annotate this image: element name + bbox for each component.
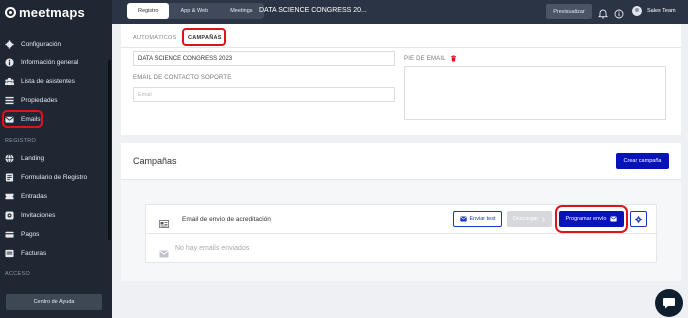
team-name[interactable]: Sales Team (647, 8, 676, 14)
help-center-button[interactable]: Centro de Ayuda (6, 294, 102, 310)
tabs-divider (121, 47, 681, 48)
campaigns-title: Campañas (133, 156, 177, 166)
users-icon (5, 77, 14, 86)
chat-widget-button[interactable] (655, 289, 683, 317)
campaign-item: Email de envío de acreditación Enviar te… (145, 204, 658, 263)
invoice-icon (5, 249, 14, 258)
envelope-icon (159, 245, 169, 258)
email-footer-label-text: PIE DE EMAIL (404, 55, 446, 62)
preview-button[interactable]: Previsualizar (546, 4, 592, 19)
campaigns-card: Campañas Crear campaña Email de envío de… (121, 143, 681, 281)
email-footer-label: PIE DE EMAIL (404, 55, 457, 62)
campaigns-list-area: Email de envío de acreditación Enviar te… (121, 180, 681, 281)
list-icon (5, 96, 14, 105)
sidebar-item-label: Configuración (21, 40, 62, 48)
sidebar-item-configuracion[interactable]: Configuración (0, 35, 112, 53)
ticket-icon (5, 192, 14, 201)
globe-icon (5, 153, 14, 163)
bell-icon[interactable] (598, 6, 608, 19)
envelope-icon (459, 216, 467, 222)
send-test-label: Enviar test (469, 216, 496, 222)
sidebar-item-label: Propiedades (21, 96, 58, 104)
section-label-acceso: ACCESO (5, 271, 31, 277)
id-card-icon (158, 215, 170, 229)
campaign-settings-button[interactable] (630, 211, 647, 227)
download-button[interactable]: Descargar (507, 211, 552, 227)
logo[interactable]: meetmaps (5, 4, 85, 20)
logo-text: meetmaps (19, 4, 85, 20)
sidebar-item-invitaciones[interactable]: Invitaciones (0, 206, 112, 224)
download-label: Descargar (512, 216, 539, 222)
topbar: Registro App & Web Meetings DATA SCIENCE… (112, 0, 688, 24)
support-email-field[interactable]: Email (133, 87, 395, 102)
sidebar-item-pagos[interactable]: Pagos (0, 225, 112, 243)
trash-icon[interactable] (450, 55, 457, 62)
avatar[interactable] (632, 6, 642, 16)
logo-icon (5, 6, 16, 18)
sidebar-item-label: Entradas (21, 192, 48, 200)
sidebar-item-label: Lista de asistentes (21, 77, 75, 85)
tab-registro[interactable]: Registro (127, 3, 170, 19)
no-emails-sent-text: No hay emails enviados (175, 245, 250, 252)
tab-meetings[interactable]: Meetings (219, 3, 263, 19)
tab-app-web[interactable]: App & Web (169, 3, 219, 19)
emails-highlight-annotation (2, 110, 43, 128)
campanas-highlight-annotation (182, 28, 226, 46)
sidebar-item-entradas[interactable]: Entradas (0, 187, 112, 205)
sidebar-item-facturas[interactable]: Facturas (0, 244, 112, 262)
gear-icon (635, 215, 642, 223)
info-icon[interactable] (614, 6, 624, 19)
sidebar-item-label: Pagos (21, 230, 40, 238)
sidebar: meetmaps Configuración Información gener… (0, 0, 112, 318)
sidebar-item-label: Invitaciones (21, 211, 56, 219)
arrow-right-icon (542, 216, 546, 222)
send-test-button[interactable]: Enviar test (453, 211, 502, 227)
sidebar-item-landing[interactable]: Landing (0, 149, 112, 167)
event-name[interactable]: DATA SCIENCE CONGRESS 20... (259, 7, 367, 14)
create-campaign-button[interactable]: Crear campaña (616, 153, 669, 169)
email-footer-editor[interactable] (404, 66, 666, 120)
sidebar-item-label: Facturas (21, 249, 47, 257)
card-icon (5, 230, 14, 239)
invitation-icon (5, 210, 14, 220)
support-email-label: EMAIL DE CONTACTO SOPORTE (133, 75, 232, 81)
campaign-item-divider (146, 233, 658, 234)
sidebar-item-label: Información general (21, 58, 79, 66)
sidebar-item-formulario-registro[interactable]: Formulario de Registro (0, 168, 112, 186)
sidebar-item-informacion-general[interactable]: Información general (0, 53, 112, 71)
campaign-name: Email de envío de acreditación (182, 216, 271, 223)
gear-icon (5, 39, 14, 49)
sidebar-item-propiedades[interactable]: Propiedades (0, 91, 112, 109)
sidebar-scrollbar[interactable] (108, 60, 111, 240)
sidebar-item-label: Landing (21, 154, 45, 162)
email-settings-card: AUTOMÁTICOS CAMPAÑAS DATA SCIENCE CONGRE… (121, 24, 681, 135)
chat-icon (663, 298, 675, 309)
tab-automaticos[interactable]: AUTOMÁTICOS (133, 35, 177, 41)
section-label-registro: REGISTRO (5, 138, 37, 144)
event-title-field[interactable]: DATA SCIENCE CONGRESS 2023 (133, 51, 395, 66)
info-icon (5, 57, 14, 67)
sidebar-item-label: Formulario de Registro (21, 173, 88, 181)
schedule-highlight-annotation (555, 205, 628, 233)
form-icon (5, 172, 14, 182)
module-tabs: Registro App & Web Meetings (127, 3, 264, 19)
sidebar-item-lista-asistentes[interactable]: Lista de asistentes (0, 72, 112, 90)
